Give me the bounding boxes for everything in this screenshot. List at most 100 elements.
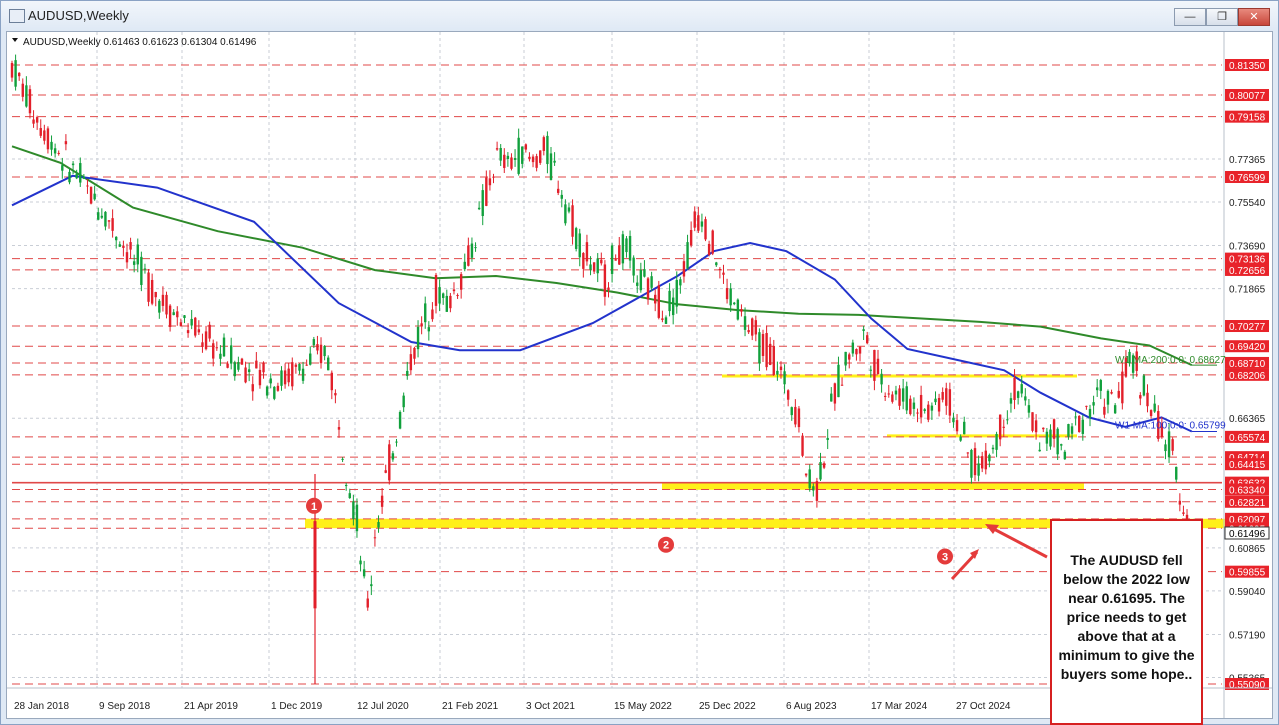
candle-body	[898, 388, 901, 406]
candle-body	[786, 390, 790, 400]
price-tick-label: 0.60865	[1229, 544, 1266, 555]
candle-body	[247, 369, 251, 373]
candle-body	[154, 292, 157, 298]
candle-body	[797, 408, 801, 428]
candle-body	[107, 220, 111, 222]
candle-body	[204, 331, 208, 350]
candle-body	[934, 398, 937, 403]
candle-body	[1142, 375, 1146, 396]
candle-body	[172, 312, 175, 316]
candle-body	[294, 364, 298, 367]
candle-body	[186, 330, 190, 334]
candle-body	[970, 449, 973, 478]
candle-body	[603, 264, 607, 297]
candle-body	[71, 163, 75, 166]
candle-body	[632, 257, 635, 276]
candle-body	[79, 163, 82, 183]
candle-body	[715, 262, 718, 266]
candle-body	[513, 158, 517, 160]
candle-body	[305, 364, 308, 366]
candle-body	[567, 207, 571, 212]
candle-body	[736, 299, 740, 320]
candle-body	[362, 569, 366, 577]
candle-body	[449, 295, 452, 309]
candle-body	[531, 156, 535, 163]
candle-body	[1042, 427, 1045, 430]
candle-body	[348, 493, 351, 499]
candle-body	[161, 294, 165, 306]
candle-body	[894, 390, 898, 395]
candle-body	[406, 370, 409, 376]
candle-body	[208, 324, 211, 339]
price-level-label: 0.63340	[1229, 486, 1266, 497]
candle-body	[330, 372, 334, 391]
price-level-label: 0.68206	[1229, 371, 1266, 382]
title-bar[interactable]: AUDUSD,Weekly — ❐ ✕	[1, 1, 1278, 31]
candle-body	[86, 185, 89, 187]
close-button[interactable]: ✕	[1238, 8, 1270, 26]
price-tick-label: 0.71865	[1229, 285, 1266, 296]
candle-body	[1024, 396, 1027, 401]
candle-body	[1164, 444, 1167, 452]
chart-area[interactable]: 0.77365 0.75540 0.73690 0.71865 0.66365 0.608…	[6, 31, 1273, 725]
candle-body	[973, 448, 977, 476]
candle-body	[582, 253, 585, 269]
candle-body	[140, 256, 143, 285]
candle-body	[380, 495, 384, 507]
candle-body	[998, 414, 1002, 440]
candle-body	[21, 83, 24, 97]
candle-body	[183, 315, 186, 319]
candle-body	[413, 347, 416, 359]
candle-body	[57, 152, 60, 154]
minimize-button[interactable]: —	[1174, 8, 1206, 26]
price-level-label: 0.68710	[1229, 359, 1266, 370]
candle-body	[923, 409, 926, 411]
annotation-text: The AUDUSD fell below the 2022 low near …	[1058, 552, 1195, 682]
candle-body	[35, 117, 39, 123]
candle-body	[840, 384, 844, 386]
candle-body	[646, 278, 650, 300]
candle-body	[866, 335, 869, 344]
candle-body	[988, 454, 991, 462]
candle-body	[46, 128, 50, 150]
candle-body	[1078, 415, 1081, 433]
candle-body	[510, 157, 513, 169]
candle-body	[768, 343, 772, 365]
candle-body	[1067, 424, 1070, 437]
candle-body	[851, 342, 855, 354]
x-tick-label: 28 Jan 2018	[14, 701, 69, 712]
candle-body	[1038, 449, 1041, 452]
candle-body	[927, 404, 930, 420]
candle-body	[313, 521, 317, 609]
price-level-label: 0.55090	[1229, 680, 1266, 691]
candle-body	[190, 318, 193, 326]
candle-body	[93, 193, 96, 200]
candle-body	[373, 537, 377, 539]
price-tick-label: 0.73690	[1229, 242, 1266, 253]
price-tick-label: 0.66365	[1229, 414, 1266, 425]
restore-button[interactable]: ❐	[1206, 8, 1238, 26]
candle-body	[650, 276, 653, 288]
candle-body	[269, 378, 272, 384]
candle-body	[1088, 408, 1092, 418]
x-tick-label: 27 Oct 2024	[956, 701, 1011, 712]
candle-body	[1056, 428, 1059, 455]
candle-body	[844, 351, 847, 366]
candle-body	[873, 349, 876, 381]
candle-body	[984, 450, 987, 470]
candle-body	[122, 245, 125, 248]
candle-body	[740, 309, 743, 312]
candle-body	[456, 295, 459, 297]
marker-label: 2	[663, 540, 669, 552]
candle-body	[995, 433, 998, 450]
candle-body	[431, 309, 434, 320]
candle-body	[848, 354, 851, 360]
candle-body	[53, 148, 57, 154]
candle-body	[801, 435, 804, 456]
candle-body	[503, 154, 506, 168]
candle-body	[682, 261, 686, 277]
ma100-label: W1 MA:100:0:0: 0.65799	[1115, 421, 1226, 432]
candle-body	[733, 302, 736, 305]
candle-body	[1103, 406, 1106, 415]
candle-body	[833, 383, 837, 404]
